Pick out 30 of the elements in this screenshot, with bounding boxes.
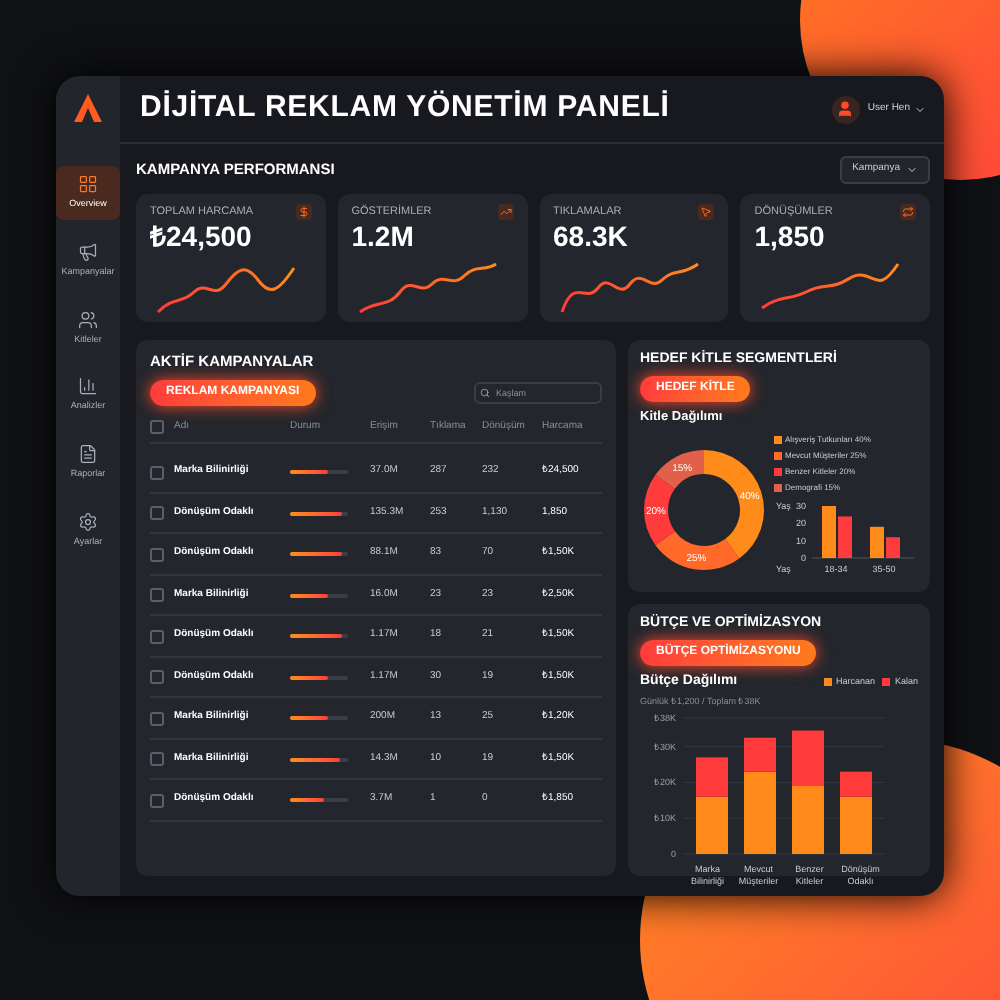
checkbox[interactable] [150,420,164,434]
kpi-value: 1.2M [351,219,416,252]
checkbox[interactable] [150,752,164,766]
bar-segment [696,757,728,798]
kpi-value: 68.3K [553,219,630,252]
checkbox[interactable] [150,711,164,725]
kpi-value: ₺24,500 [150,219,254,252]
checkbox[interactable] [150,629,164,643]
search-icon [480,387,490,398]
logo-icon [72,92,104,124]
checkbox[interactable] [150,670,164,684]
settings-icon [78,511,98,532]
kpi-value: 1,850 [754,219,827,252]
checkbox[interactable] [150,547,164,561]
app-title: DİJİTAL REKLAM YÖNETİM PANELİ [140,88,670,129]
bar-segment [792,786,824,855]
checkbox[interactable] [150,793,164,807]
megaphone-icon [78,241,98,262]
bar-segment [792,731,824,787]
chevron-icon [906,163,918,176]
bar-segment [696,797,728,855]
checkbox[interactable] [150,588,164,602]
users-icon [78,309,98,329]
checkbox[interactable] [150,465,164,479]
user-icon [836,100,855,118]
chevron-icon [914,103,926,115]
checkbox[interactable] [150,506,164,520]
document-icon [78,444,98,464]
grid-icon [78,174,98,194]
bar-chart-icon [78,376,98,397]
